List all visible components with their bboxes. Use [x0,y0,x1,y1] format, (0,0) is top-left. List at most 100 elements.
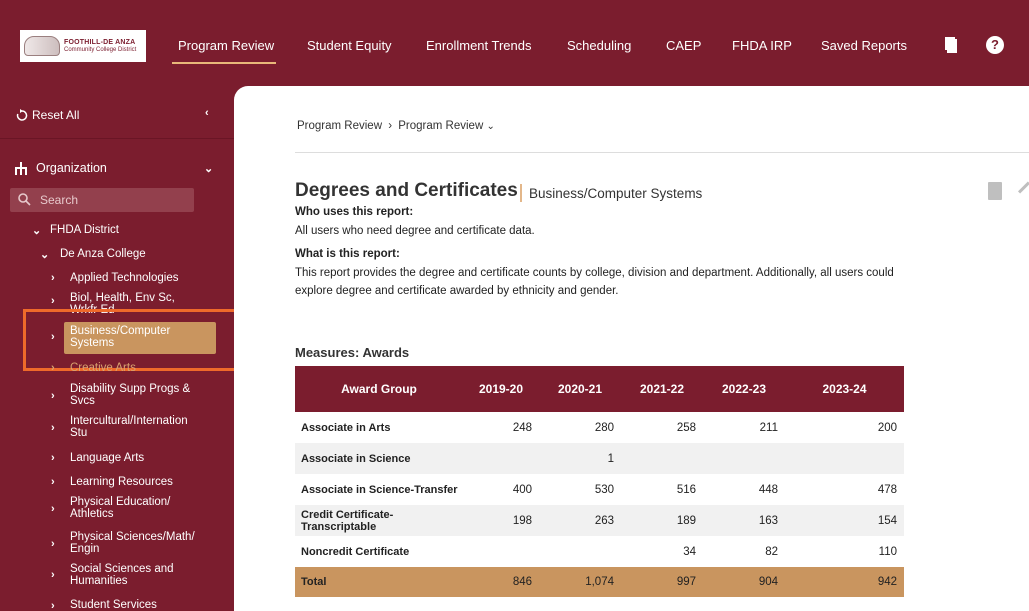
table-cell: 448 [758,483,778,496]
nav-saved-reports[interactable]: Saved Reports [821,38,907,53]
table-cell: Total [295,567,463,597]
title-separator [520,184,522,202]
chevron-down-icon[interactable]: ⌄ [204,162,213,175]
tree-expand-icon[interactable]: › [51,390,55,402]
tree-item[interactable]: Disability Supp Progs & Svcs [70,383,200,407]
tree-expand-icon[interactable]: › [51,503,55,515]
divider [0,138,234,139]
table-cell: 34 [683,545,696,558]
nav-active-underline [172,62,276,64]
page-subtitle: Business/Computer Systems [529,186,703,201]
tree-expand-icon[interactable]: › [51,362,55,374]
table-cell [463,443,539,474]
table-cell: 200 [877,421,897,434]
reset-all-button[interactable]: Reset All [32,108,79,122]
tree-expand-icon[interactable]: › [51,538,55,550]
top-navigation-bar: FOOTHILL-DE ANZA Community College Distr… [0,0,1029,90]
breadcrumb-root[interactable]: Program Review [297,120,382,132]
column-header[interactable]: 2023-24 [785,366,904,412]
tree-expand-icon[interactable]: ⌄ [40,248,49,261]
column-header[interactable]: 2021-22 [621,366,703,412]
tree-expand-icon[interactable]: › [51,569,55,581]
organization-label[interactable]: Organization [36,161,107,175]
edit-icon[interactable] [1017,181,1029,194]
chevron-down-icon[interactable]: ⌄ [486,121,494,132]
search-icon [18,193,31,206]
column-header[interactable]: 2019-20 [463,366,539,412]
column-header[interactable]: 2020-21 [539,366,621,412]
table-cell: 530 [594,483,614,496]
breadcrumb-current[interactable]: Program Review [398,120,483,132]
tree-item[interactable]: Creative Arts [70,362,136,374]
who-text: All users who need degree and certificat… [295,225,535,237]
tree-item[interactable]: Applied Technologies [70,272,178,284]
nav-scheduling[interactable]: Scheduling [567,38,631,53]
table-cell: 211 [759,421,778,434]
tree-item[interactable]: Physical Education/ Athletics [70,496,180,520]
tree-expand-icon[interactable]: › [51,452,55,464]
tree-expand-icon[interactable]: › [51,600,55,611]
what-text: This report provides the degree and cert… [295,267,894,297]
table-cell [785,443,904,474]
tree-expand-icon[interactable]: › [51,422,55,434]
table-cell: 280 [594,421,614,434]
tree-item[interactable]: Learning Resources [70,476,173,488]
table-cell [463,536,539,567]
main-content: Program Review › Program Review ⌄ Degree… [234,86,1029,611]
table-cell: Associate in Science-Transfer [301,483,458,496]
table-cell: 478 [877,483,897,496]
copy-icon[interactable] [988,182,1002,200]
tree-item[interactable]: Student Services [70,599,157,611]
nav-caep[interactable]: CAEP [666,38,701,53]
tree-item[interactable]: Social Sciences and Humanities [70,563,180,587]
nav-enrollment-trends[interactable]: Enrollment Trends [426,38,532,53]
tree-expand-icon[interactable]: › [51,272,55,284]
table-cell [539,536,621,567]
table-row: Associate in Arts 248 280 258 211 200 [295,412,904,443]
table-cell: 258 [676,421,696,434]
table-cell: 248 [512,421,532,434]
table-total-row: Total 846 1,074 997 904 942 [295,567,904,597]
tree-expand-icon[interactable]: › [51,295,55,307]
measures-title: Measures: Awards [295,345,410,360]
table-cell: 189 [621,505,703,536]
nav-program-review[interactable]: Program Review [178,38,274,53]
help-icon[interactable]: ? [986,36,1004,54]
organization-tree-icon [15,162,27,175]
tree-expand-icon[interactable]: ⌄ [32,224,41,237]
table-row: Noncredit Certificate 34 82 110 [295,536,904,567]
table-row: Credit Certificate-Transcriptable 198 26… [295,505,904,536]
page-title: Degrees and Certificates [295,180,518,201]
collapse-sidebar-icon[interactable]: ‹ [205,107,209,119]
table-cell: 400 [512,483,532,496]
logo-line2: Community College District [64,46,137,53]
table-cell: Associate in Arts [301,421,391,434]
table-cell [621,443,703,474]
tree-item[interactable]: Physical Sciences/Math/ Engin [70,531,200,555]
table-cell: 516 [676,483,696,496]
tree-item-district[interactable]: FHDA District [50,224,119,236]
table-cell [703,443,785,474]
tree-item[interactable]: Language Arts [70,452,144,464]
reset-icon[interactable] [16,109,28,121]
divider [295,152,1029,153]
table-row: Associate in Science 1 [295,443,904,474]
table-cell: Associate in Science [295,443,463,474]
book-icon[interactable] [945,37,957,53]
column-header[interactable]: 2022-23 [703,366,785,412]
search-input[interactable]: Search [10,188,194,212]
table-cell: Noncredit Certificate [301,545,410,558]
logo-line1: FOOTHILL-DE ANZA [64,39,136,47]
column-header[interactable]: Award Group [295,366,463,412]
tree-expand-icon[interactable]: › [51,476,55,488]
table-cell: 1,074 [539,567,621,597]
nav-student-equity[interactable]: Student Equity [307,38,392,53]
search-placeholder: Search [40,193,79,207]
table-cell: 942 [785,567,904,597]
breadcrumb: Program Review › Program Review ⌄ [297,120,495,132]
table-cell: 904 [703,567,785,597]
tree-item-college[interactable]: De Anza College [60,248,146,260]
district-logo[interactable]: FOOTHILL-DE ANZA Community College Distr… [20,30,146,62]
tree-item[interactable]: Intercultural/Internation Stu [70,415,200,439]
nav-fhda-irp[interactable]: FHDA IRP [732,38,792,53]
